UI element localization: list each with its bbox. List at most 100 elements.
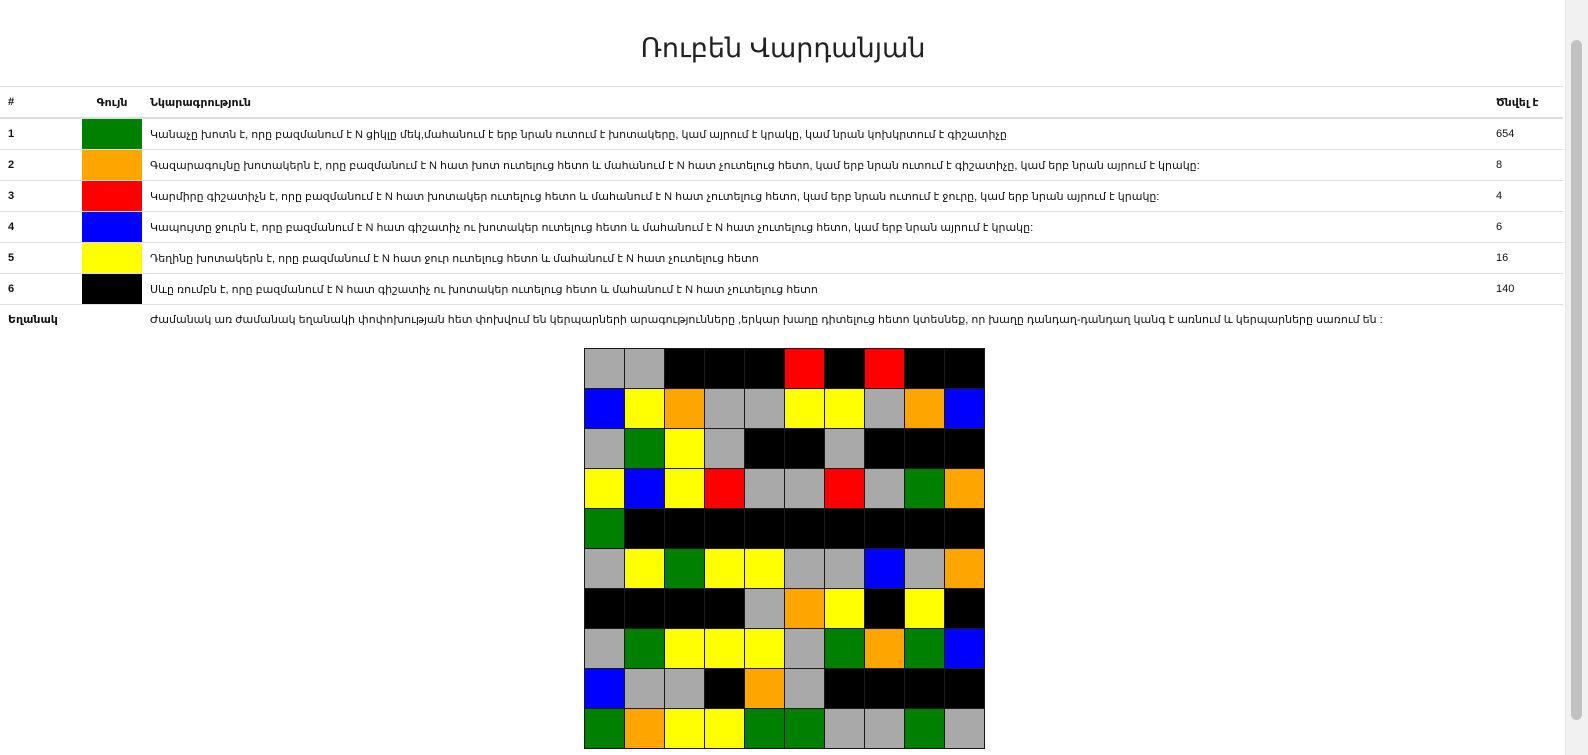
grid-cell [825, 509, 864, 548]
weather-label: Եղանակ [0, 304, 142, 333]
grid-cell [665, 629, 704, 668]
grid-cell [945, 349, 984, 388]
color-swatch [82, 149, 142, 181]
grid-cell [745, 389, 784, 428]
grid-cell [785, 509, 824, 548]
row-born-count: 8 [1488, 149, 1563, 181]
grid-cell [665, 669, 704, 708]
grid-cell [865, 549, 904, 588]
grid-cell [945, 389, 984, 428]
grid-cell [785, 349, 824, 388]
grid-cell [785, 429, 824, 468]
scrollbar-thumb[interactable] [1571, 40, 1582, 720]
grid-cell [705, 629, 744, 668]
grid-cell [865, 629, 904, 668]
grid-cell [745, 629, 784, 668]
row-born-count: 654 [1488, 117, 1563, 150]
grid-cell [865, 669, 904, 708]
grid-cell [825, 349, 864, 388]
row-index: 4 [0, 211, 82, 243]
row-index: 6 [0, 273, 82, 305]
grid-cell [705, 429, 744, 468]
grid-cell [905, 469, 944, 508]
legend-row: 5 Դեղինը խոտակերն է, որը բազմանում է N հ… [0, 242, 1563, 274]
column-header-born: Ծնվել է [1488, 86, 1563, 119]
grid-cell [745, 669, 784, 708]
legend-row: 1 Կանաչը խոտն է, որը բազմանում է N ցիկլը… [0, 117, 1563, 150]
grid-cell [905, 349, 944, 388]
grid-cell [785, 549, 824, 588]
row-description: Սևը ռումբն է, որը բազմանում է N հատ գիշա… [142, 273, 1488, 305]
grid-cell [625, 589, 664, 628]
legend-row: 4 Կապույտը ջուրն է, որը բազմանում է N հա… [0, 211, 1563, 243]
grid-cell [945, 709, 984, 748]
grid-cell [945, 589, 984, 628]
grid-cell [825, 429, 864, 468]
grid-cell [825, 589, 864, 628]
row-born-count: 6 [1488, 211, 1563, 243]
grid-cell [625, 389, 664, 428]
grid-cell [785, 469, 824, 508]
row-description: Գազարագույնը խոտակերն է, որը բազմանում է… [142, 149, 1488, 181]
grid-cell [945, 469, 984, 508]
grid-cell [905, 509, 944, 548]
row-index: 5 [0, 242, 82, 274]
grid-cell [665, 709, 704, 748]
game-board [584, 348, 985, 755]
grid-cell [705, 509, 744, 548]
page: Ռուբեն Վարդանյան # Գույն Նկարագրություն … [0, 0, 1588, 755]
grid-cell [945, 549, 984, 588]
grid-cell [705, 549, 744, 588]
grid-cell [865, 509, 904, 548]
color-swatch [82, 242, 142, 274]
grid-cell [665, 429, 704, 468]
grid-cell [825, 709, 864, 748]
grid-cell [625, 669, 664, 708]
grid-cell [585, 629, 624, 668]
grid-cell [665, 389, 704, 428]
grid-cell [945, 509, 984, 548]
vertical-scrollbar[interactable] [1565, 0, 1588, 755]
legend-row: 3 Կարմիրը գիշատիչն է, որը բազմանում է N … [0, 180, 1563, 212]
grid-cell [745, 469, 784, 508]
color-swatch [82, 180, 142, 212]
grid-cell [625, 469, 664, 508]
grid-cell [945, 629, 984, 668]
color-swatch [82, 117, 142, 150]
grid-cell [905, 629, 944, 668]
grid-cell [745, 709, 784, 748]
grid-cell [585, 349, 624, 388]
grid-cell [865, 349, 904, 388]
grid-cell [905, 669, 944, 708]
grid-cell [945, 429, 984, 468]
grid-cell [785, 709, 824, 748]
column-header-description: Նկարագրություն [142, 86, 1488, 119]
grid-cell [825, 469, 864, 508]
grid-cell [665, 509, 704, 548]
row-description: Կապույտը ջուրն է, որը բազմանում է N հատ … [142, 211, 1488, 243]
legend-table: # Գույն Նկարագրություն Ծնվել է 1 Կանաչը … [0, 86, 1563, 333]
grid-cell [825, 549, 864, 588]
grid-cell [625, 349, 664, 388]
grid-cell [785, 669, 824, 708]
grid-cell [585, 589, 624, 628]
grid-cell [865, 589, 904, 628]
grid-cell [625, 549, 664, 588]
row-description: Դեղինը խոտակերն է, որը բազմանում է N հատ… [142, 242, 1488, 274]
page-title: Ռուբեն Վարդանյան [640, 33, 926, 63]
grid-cell [745, 429, 784, 468]
column-header-color: Գույն [82, 86, 142, 119]
grid-cell [745, 549, 784, 588]
grid-cell [665, 469, 704, 508]
grid-cell [585, 389, 624, 428]
grid-cell [785, 629, 824, 668]
grid-cell [705, 349, 744, 388]
grid-cell [625, 429, 664, 468]
grid-cell [585, 709, 624, 748]
grid-cell [585, 669, 624, 708]
weather-text: Ժամանակ առ ժամանակ եղանակի փոփոխության հ… [142, 304, 1563, 333]
color-swatch [82, 273, 142, 305]
grid-cell [865, 389, 904, 428]
color-swatch [82, 211, 142, 243]
grid-cell [665, 589, 704, 628]
